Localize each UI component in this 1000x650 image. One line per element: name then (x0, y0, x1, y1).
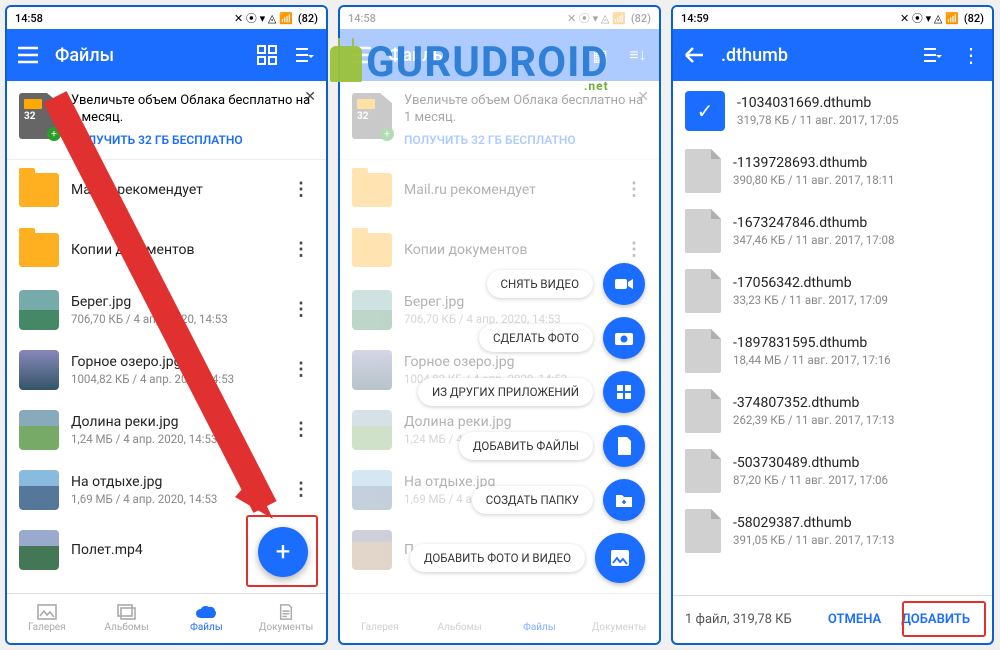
checked-icon[interactable]: ✓ (685, 91, 725, 131)
screen-dthumb: 14:59 ✕ ⦿ ▾ ◬ 📶 (82) .dthumb ⋮ ✓-1034031… (671, 5, 994, 645)
status-bar: 14:59 ✕ ⦿ ▾ ◬ 📶 (82) (673, 7, 992, 29)
screen-files: 14:58 ✕ ⦿ ▾ ◬ 📶 (82) Файлы 32+ Увеличьте… (5, 5, 328, 645)
bottom-tabs: Галерея Альбомы Файлы Документы (340, 593, 659, 643)
file-icon (685, 209, 721, 253)
list-item[interactable]: Берег.jpg706,70 КБ / 4 апр. 2020, 14:53⋮ (7, 280, 326, 340)
fab-action-add-media[interactable]: ДОБАВИТЬ ФОТО И ВИДЕО (410, 533, 645, 583)
bottom-tabs: Галерея Альбомы Файлы Документы (7, 593, 326, 643)
tab-gallery[interactable]: Галерея (7, 594, 87, 643)
clock: 14:58 (348, 12, 376, 25)
file-icon (685, 149, 721, 193)
list-item[interactable]: Копии документов⋮ (7, 220, 326, 280)
sort-icon[interactable]: ≡↓ (627, 44, 649, 66)
camera-icon (603, 317, 645, 359)
list-item[interactable]: Mail.ru рекомендует⋮ (7, 160, 326, 220)
back-icon[interactable] (683, 44, 705, 66)
menu-icon[interactable] (17, 44, 39, 66)
file-icon (685, 449, 721, 493)
list-item[interactable]: -374807352.dthumb262,39 КБ / 11 авг. 201… (673, 381, 992, 441)
app-bar: Файлы (7, 29, 326, 81)
list-item[interactable]: Горное озеро.jpg1004,82 КБ / 4 апр. 2020… (7, 340, 326, 400)
fab-menu: СНЯТЬ ВИДЕО СДЕЛАТЬ ФОТО ИЗ ДРУГИХ ПРИЛО… (410, 263, 645, 583)
list-item[interactable]: -1897831595.dthumb18,44 МБ / 11 авг. 201… (673, 321, 992, 381)
more-icon[interactable]: ⋮ (288, 239, 314, 260)
more-icon[interactable]: ⋮ (960, 44, 982, 66)
grid-view-icon[interactable] (256, 44, 278, 66)
highlight-box-fab (246, 515, 318, 587)
more-icon[interactable]: ⋮ (288, 299, 314, 320)
tab-albums[interactable]: Альбомы (87, 594, 167, 643)
sd-card-icon: 32+ (19, 93, 59, 139)
fab-action-add-files[interactable]: ДОБАВИТЬ ФАЙЛЫ (459, 425, 645, 467)
cancel-button[interactable]: ОТМЕНА (818, 604, 891, 635)
tab-files[interactable]: Файлы (167, 594, 247, 643)
list-item[interactable]: Долина реки.jpg1,24 МБ / 4 апр. 2020, 14… (7, 400, 326, 460)
list-item[interactable]: -503730489.dthumb87,20 КБ / 11 авг. 2017… (673, 441, 992, 501)
list-item[interactable]: -58029387.dthumb391,05 КБ / 11 авг. 2017… (673, 501, 992, 561)
more-icon[interactable]: ⋮ (288, 479, 314, 500)
list-item[interactable]: -1673247846.dthumb347,46 КБ / 11 авг. 20… (673, 201, 992, 261)
close-icon[interactable]: ✕ (304, 89, 316, 105)
image-thumb (19, 410, 59, 450)
file-icon (685, 389, 721, 433)
folder-icon (19, 173, 59, 207)
page-title: .dthumb (721, 45, 906, 66)
image-thumb (19, 290, 59, 330)
fab-action-other-apps[interactable]: ИЗ ДРУГИХ ПРИЛОЖЕНИЙ (418, 371, 645, 413)
highlight-box-add (902, 601, 986, 637)
image-thumb (19, 530, 59, 570)
file-icon (685, 269, 721, 313)
image-thumb (19, 350, 59, 390)
status-icons: ✕ ⦿ ▾ ◬ 📶 (82) (234, 10, 318, 26)
apps-icon (603, 371, 645, 413)
more-icon[interactable]: ⋮ (288, 419, 314, 440)
app-bar: .dthumb ⋮ (673, 29, 992, 81)
screen-fab-menu: 14:58 ✕ ⦿ ▾ ◬ 📶 (82) Файлы ▦ ≡↓ 32+ Увел… (338, 5, 661, 645)
image-thumb (19, 470, 59, 510)
video-icon (603, 263, 645, 305)
fab-action-photo[interactable]: СДЕЛАТЬ ФОТО (479, 317, 645, 359)
list-item[interactable]: На отдыхе.jpg1,69 МБ / 4 апр. 2020, 14:5… (7, 460, 326, 520)
sort-icon[interactable] (294, 44, 316, 66)
promo-card: 32+ Увеличьте объем Облака бесплатно на … (7, 81, 326, 160)
file-list[interactable]: ✓-1034031669.dthumb319,78 КБ / 11 авг. 2… (673, 81, 992, 595)
folder-icon (19, 233, 59, 267)
page-title: Файлы (55, 45, 240, 66)
watermark: GURUDROID.net (330, 38, 609, 93)
list-item[interactable]: ✓-1034031669.dthumb319,78 КБ / 11 авг. 2… (673, 81, 992, 141)
file-icon (685, 329, 721, 373)
image-icon (595, 533, 645, 583)
list-item[interactable]: -1139728693.dthumb390,80 КБ / 11 авг. 20… (673, 141, 992, 201)
file-icon (685, 509, 721, 553)
selection-info: 1 файл, 319,78 КБ (685, 612, 818, 627)
status-bar: 14:58 ✕ ⦿ ▾ ◬ 📶 (82) (7, 7, 326, 29)
tab-docs[interactable]: Документы (246, 594, 326, 643)
fab-action-create-folder[interactable]: СОЗДАТЬ ПАПКУ (472, 479, 645, 521)
more-icon[interactable]: ⋮ (288, 179, 314, 200)
fab-action-video[interactable]: СНЯТЬ ВИДЕО (487, 263, 646, 305)
clock: 14:59 (681, 12, 709, 25)
clock: 14:58 (15, 12, 43, 25)
folder-plus-icon (603, 479, 645, 521)
sort-icon[interactable] (922, 44, 944, 66)
list-item[interactable]: -17056342.dthumb33,23 КБ / 11 авг. 2017,… (673, 261, 992, 321)
promo-text: Увеличьте объем Облака бесплатно на 1 ме… (71, 93, 314, 127)
file-icon (603, 425, 645, 467)
more-icon[interactable]: ⋮ (288, 359, 314, 380)
promo-link[interactable]: ПОЛУЧИТЬ 32 ГБ БЕСПЛАТНО (71, 133, 314, 147)
status-bar: 14:58 ✕ ⦿ ▾ ◬ 📶 (82) (340, 7, 659, 29)
